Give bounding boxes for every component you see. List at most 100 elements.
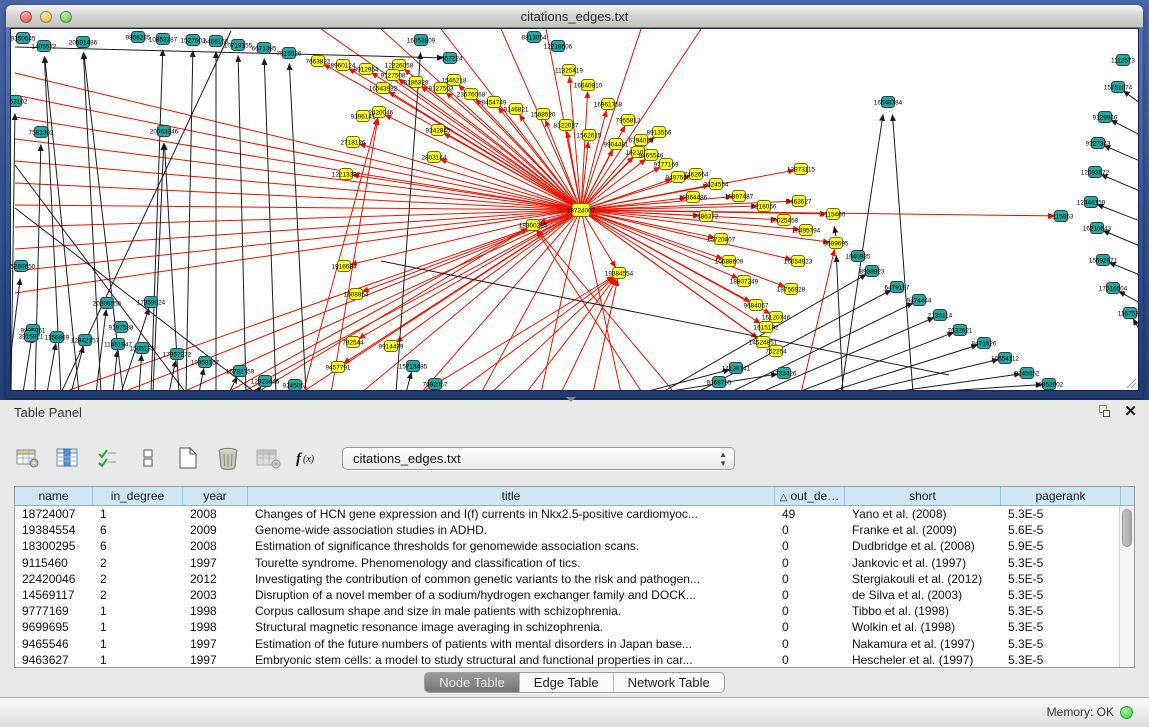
graph-edge[interactable]: [581, 210, 792, 260]
graph-edge[interactable]: [381, 261, 949, 375]
graph-edge[interactable]: [1097, 204, 1139, 221]
cell-pagerank[interactable]: 5.3E-5: [1001, 652, 1121, 668]
graph-edge[interactable]: [113, 350, 117, 390]
graph-edge[interactable]: [796, 332, 954, 390]
column-header-title[interactable]: title: [248, 487, 775, 505]
cell-title[interactable]: Disruption of a novel member of a sodium…: [248, 587, 775, 603]
cell-name[interactable]: 19384554: [15, 522, 93, 538]
cell-title[interactable]: Tourette syndrome. Phenomenology and cla…: [248, 555, 775, 571]
table-source-select[interactable]: citations_edges.txt ▲▼: [342, 447, 735, 470]
cell-year[interactable]: 1997: [183, 555, 248, 571]
graph-edge[interactable]: [238, 55, 246, 390]
graph-edge[interactable]: [491, 277, 614, 390]
cell-short[interactable]: Stergiakouli et al. (2012): [845, 571, 1001, 587]
graph-edge[interactable]: [593, 279, 618, 390]
graph-edge[interactable]: [421, 276, 613, 390]
cell-out_degree[interactable]: 0: [775, 587, 845, 603]
column-header-short[interactable]: short: [845, 487, 1001, 505]
column-header-out_degree[interactable]: △out_de…: [775, 487, 845, 505]
cell-out_degree[interactable]: 0: [775, 522, 845, 538]
delete-trash-icon[interactable]: [214, 445, 242, 471]
graph-edge[interactable]: [181, 210, 581, 390]
cell-pagerank[interactable]: 5.9E-5: [1001, 538, 1121, 554]
cell-short[interactable]: de Silva et al. (2003): [845, 587, 1001, 603]
graph-edge[interactable]: [1111, 120, 1139, 135]
graph-edge[interactable]: [1104, 146, 1139, 161]
graph-edge[interactable]: [15, 210, 581, 227]
cell-name[interactable]: 9699695: [15, 619, 93, 635]
float-panel-icon[interactable]: [1097, 404, 1112, 419]
function-fx-icon[interactable]: f(x): [294, 445, 322, 471]
table-row[interactable]: 2242004622012Investigating the contribut…: [15, 571, 1134, 587]
cell-in_degree[interactable]: 1: [93, 636, 183, 652]
splitter-handle-icon[interactable]: [566, 397, 576, 402]
table-vertical-scrollbar[interactable]: [1119, 506, 1134, 667]
cell-name[interactable]: 9463627: [15, 652, 93, 668]
cell-pagerank[interactable]: 5.3E-5: [1001, 603, 1121, 619]
graph-edge[interactable]: [47, 343, 56, 390]
graph-edge[interactable]: [570, 76, 581, 210]
graph-edge[interactable]: [581, 210, 621, 390]
cell-year[interactable]: 1998: [183, 619, 248, 635]
column-header-year[interactable]: year: [183, 487, 248, 505]
graph-edge[interactable]: [581, 29, 701, 210]
close-panel-icon[interactable]: ✕: [1124, 404, 1137, 419]
cell-short[interactable]: Jankovic et al. (1997): [845, 555, 1001, 571]
graph-edge[interactable]: [35, 144, 41, 390]
cell-title[interactable]: Corpus callosum shape and size in male p…: [248, 603, 775, 619]
cell-year[interactable]: 2003: [183, 587, 248, 603]
cell-title[interactable]: Investigating the contribution of common…: [248, 571, 775, 587]
graph-edge[interactable]: [836, 255, 843, 390]
graph-edge[interactable]: [256, 228, 527, 390]
table-row[interactable]: 1456911722003Disruption of a novel membe…: [15, 587, 1134, 603]
table-row[interactable]: 911546021997Tourette syndrome. Phenomeno…: [15, 555, 1134, 571]
cell-out_degree[interactable]: 0: [775, 555, 845, 571]
graph-edge[interactable]: [1123, 91, 1139, 103]
row-height-icon[interactable]: [134, 445, 162, 471]
network-canvas[interactable]: 1405572935054520691486980623510853287152…: [10, 28, 1139, 391]
graph-edge[interactable]: [801, 249, 835, 390]
tab-node-table[interactable]: Node Table: [425, 673, 520, 692]
select-column-icon[interactable]: [54, 445, 82, 471]
graph-edge[interactable]: [151, 49, 163, 390]
graph-edge[interactable]: [23, 336, 32, 390]
table-row[interactable]: 1830029562008Estimation of significance …: [15, 538, 1134, 554]
graph-edge[interactable]: [834, 226, 836, 236]
graph-edge[interactable]: [1101, 175, 1139, 191]
cell-short[interactable]: Tibbo et al. (1998): [845, 603, 1001, 619]
cell-year[interactable]: 2008: [183, 538, 248, 554]
cell-in_degree[interactable]: 1: [93, 506, 183, 522]
cell-out_degree[interactable]: 0: [775, 603, 845, 619]
cell-in_degree[interactable]: 1: [93, 652, 183, 668]
cell-out_degree[interactable]: 0: [775, 619, 845, 635]
cell-name[interactable]: 18724007: [15, 506, 93, 522]
cell-short[interactable]: Hescheler et al. (1997): [845, 652, 1001, 668]
cell-year[interactable]: 2009: [183, 522, 248, 538]
new-file-icon[interactable]: [174, 445, 202, 471]
cell-title[interactable]: Changes of HCN gene expression and I(f) …: [248, 506, 775, 522]
cell-in_degree[interactable]: 1: [93, 619, 183, 635]
cell-pagerank[interactable]: 5.3E-5: [1001, 636, 1121, 652]
cell-in_degree[interactable]: 2: [93, 571, 183, 587]
cell-out_degree[interactable]: 0: [775, 571, 845, 587]
graph-edge[interactable]: [289, 63, 306, 390]
cell-title[interactable]: Structural magnetic resonance image aver…: [248, 619, 775, 635]
cell-short[interactable]: Yano et al. (2008): [845, 506, 1001, 522]
cell-pagerank[interactable]: 5.3E-5: [1001, 555, 1121, 571]
cell-year[interactable]: 2008: [183, 506, 248, 522]
table-settings-icon[interactable]: [14, 445, 42, 471]
cell-name[interactable]: 9777169: [15, 603, 93, 619]
cell-year[interactable]: 2012: [183, 571, 248, 587]
table-row[interactable]: 977716911998Corpus callosum shape and si…: [15, 603, 1134, 619]
graph-edge[interactable]: [264, 58, 276, 390]
select-rows-check-icon[interactable]: [94, 445, 122, 471]
graph-edge[interactable]: [359, 210, 581, 339]
cell-short[interactable]: Nakamura et al. (1997): [845, 636, 1001, 652]
cell-name[interactable]: 18300295: [15, 538, 93, 554]
cell-pagerank[interactable]: 5.5E-5: [1001, 571, 1121, 587]
column-header-pagerank[interactable]: pagerank: [1001, 487, 1121, 505]
graph-edge[interactable]: [581, 159, 646, 210]
table-row[interactable]: 1872400712008Changes of HCN gene express…: [15, 506, 1134, 522]
cell-in_degree[interactable]: 1: [93, 603, 183, 619]
cell-in_degree[interactable]: 6: [93, 522, 183, 538]
